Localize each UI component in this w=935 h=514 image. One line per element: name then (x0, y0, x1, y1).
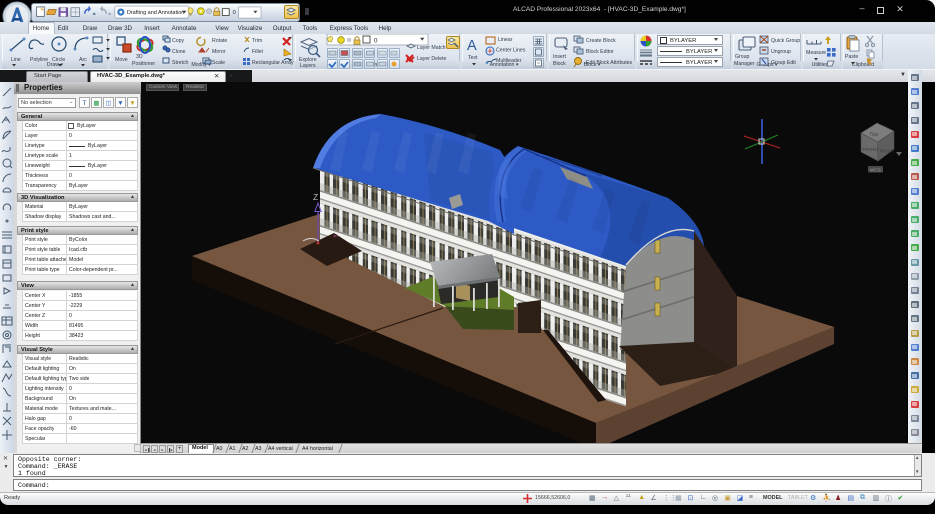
svg-text:Rectangular Array: Rectangular Array (252, 60, 294, 66)
svg-text:Positioner: Positioner (132, 61, 155, 67)
svg-text:Text: Text (468, 55, 478, 61)
svg-text:FRONT: FRONT (863, 147, 880, 153)
svg-text:Layers: Layers (300, 63, 316, 69)
svg-text:Measure: Measure (806, 50, 826, 56)
svg-text:×¹: ×¹ (333, 234, 338, 240)
svg-text:Insert: Insert (553, 54, 567, 60)
svg-text:Drafting and Annotation: Drafting and Annotation (127, 10, 185, 16)
svg-text:0: 0 (374, 38, 378, 45)
svg-text:Stretch: Stretch (172, 60, 189, 66)
svg-text:Line: Line (11, 57, 21, 63)
svg-text:A: A (467, 38, 477, 54)
svg-text:WCS: WCS (870, 168, 881, 173)
svg-text:Polyline: Polyline (30, 57, 48, 63)
svg-text:RIGHT: RIGHT (880, 149, 895, 155)
svg-text:Linear: Linear (498, 37, 513, 43)
svg-text:Circle: Circle (52, 57, 65, 63)
svg-text:Create Block: Create Block (586, 38, 616, 44)
svg-text:Group: Group (735, 54, 750, 60)
svg-text:Ungroup: Ungroup (771, 49, 791, 55)
svg-text:Block Editor: Block Editor (586, 49, 614, 55)
svg-text:Move: Move (115, 57, 128, 63)
svg-text:Center Lines: Center Lines (496, 48, 526, 54)
svg-text:Multileader: Multileader (496, 58, 522, 64)
svg-text:Scale: Scale (212, 60, 225, 66)
svg-text:Group Edit: Group Edit (771, 60, 796, 66)
svg-text:Edit Block Attributes: Edit Block Attributes (586, 60, 633, 66)
svg-text:Quick Group: Quick Group (771, 38, 800, 44)
svg-text:Z: Z (313, 192, 318, 202)
svg-text:Fillet: Fillet (252, 49, 264, 55)
svg-text:3D: 3D (136, 54, 143, 60)
svg-text:Trim: Trim (252, 38, 262, 44)
svg-text:0: 0 (233, 10, 236, 16)
svg-text:Clone: Clone (172, 49, 186, 55)
svg-text:Arc: Arc (79, 57, 87, 63)
svg-text:Rotate: Rotate (212, 38, 227, 44)
svg-text:Copy: Copy (172, 38, 185, 44)
svg-text:Manager: Manager (734, 61, 755, 67)
svg-text:Block: Block (553, 61, 566, 67)
svg-text:Mirror: Mirror (212, 49, 226, 55)
svg-text:Paste: Paste (845, 54, 858, 60)
